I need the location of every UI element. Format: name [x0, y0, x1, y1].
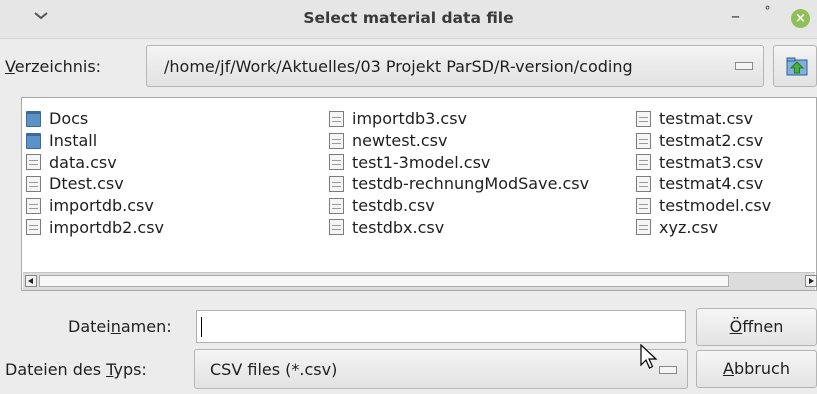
file-icon	[636, 175, 651, 192]
file-icon	[26, 197, 41, 214]
window-title: Select material data file	[303, 9, 514, 27]
text-caret	[201, 317, 202, 337]
file-icon	[26, 154, 41, 171]
file-item[interactable]: testdb.csv	[329, 195, 589, 217]
file-item[interactable]: testmat2.csv	[636, 130, 771, 152]
file-item[interactable]: Dtest.csv	[26, 173, 164, 195]
file-item[interactable]: xyz.csv	[636, 216, 771, 238]
file-item[interactable]: test1-3model.csv	[329, 151, 589, 173]
parent-folder-button[interactable]	[773, 45, 817, 87]
open-button[interactable]: Öffnen	[696, 308, 817, 346]
file-icon	[329, 110, 344, 127]
file-item[interactable]: testmat3.csv	[636, 151, 771, 173]
filetype-selected: CSV files (*.csv)	[210, 360, 338, 379]
directory-label: Verzeichnis:	[5, 57, 102, 76]
file-name: testmodel.csv	[659, 196, 772, 216]
file-list[interactable]: Docs Install data.csv Dtest.csv importdb.csv…	[21, 97, 817, 291]
filetype-label: Dateien des Typs:	[5, 360, 147, 379]
file-item[interactable]: newtest.csv	[329, 130, 589, 152]
file-item[interactable]: testdbx.csv	[329, 216, 589, 238]
file-name: testdb.csv	[352, 196, 435, 216]
file-name: testmat4.csv	[659, 174, 764, 194]
file-icon	[636, 154, 651, 171]
file-icon	[636, 110, 651, 127]
folder-up-icon	[786, 57, 808, 76]
folder-icon	[26, 110, 41, 127]
mouse-pointer-icon	[640, 344, 658, 369]
file-icon	[329, 197, 344, 214]
dropdown-arrow-icon	[659, 366, 677, 374]
file-item[interactable]: data.csv	[26, 151, 164, 173]
title-bar: Select material data file – ˚ ×	[0, 0, 817, 39]
file-icon	[636, 197, 651, 214]
file-name: testmat3.csv	[659, 152, 764, 172]
folder-icon	[26, 132, 41, 149]
file-name: Docs	[49, 109, 89, 129]
cancel-button[interactable]: Abbruch	[696, 350, 817, 388]
scroll-right-icon[interactable]	[805, 275, 817, 287]
maximize-icon[interactable]: ˚	[764, 6, 771, 22]
file-item[interactable]: importdb3.csv	[329, 108, 589, 130]
close-icon[interactable]: ×	[791, 9, 810, 28]
file-item[interactable]: testmat4.csv	[636, 173, 771, 195]
dropdown-arrow-icon	[735, 62, 753, 70]
file-icon	[26, 219, 41, 236]
file-item[interactable]: testmodel.csv	[636, 195, 771, 217]
filename-label: Dateinamen:	[68, 317, 172, 336]
file-name: testmat2.csv	[659, 131, 764, 151]
file-column-2: importdb3.csv newtest.csv test1-3model.csv…	[329, 108, 589, 238]
file-name: xyz.csv	[659, 217, 719, 237]
file-column-3: testmat.csv testmat2.csv testmat3.csv testm…	[636, 108, 771, 238]
file-name: importdb.csv	[49, 196, 154, 216]
file-icon	[636, 132, 651, 149]
file-icon	[329, 219, 344, 236]
file-name: newtest.csv	[352, 131, 448, 151]
scrollbar-thumb[interactable]	[39, 275, 729, 287]
file-item[interactable]: importdb.csv	[26, 195, 164, 217]
file-column-1: Docs Install data.csv Dtest.csv importdb.csv…	[26, 108, 164, 238]
directory-combobox[interactable]: /home/jf/Work/Aktuelles/03 Projekt ParSD…	[146, 45, 764, 87]
file-name: importdb3.csv	[352, 109, 468, 129]
file-name: data.csv	[49, 152, 117, 172]
horizontal-scrollbar[interactable]	[23, 272, 817, 290]
file-icon	[329, 154, 344, 171]
file-name: Dtest.csv	[49, 174, 124, 194]
directory-path: /home/jf/Work/Aktuelles/03 Projekt ParSD…	[164, 57, 633, 76]
folder-item[interactable]: Install	[26, 130, 164, 152]
scroll-left-icon[interactable]	[25, 275, 37, 287]
filetype-combobox[interactable]: CSV files (*.csv)	[194, 349, 688, 389]
file-name: testmat.csv	[659, 109, 754, 129]
file-item[interactable]: importdb2.csv	[26, 216, 164, 238]
file-icon	[26, 175, 41, 192]
file-name: Install	[49, 131, 98, 151]
file-name: testdb-rechnungModSave.csv	[352, 174, 590, 194]
file-item[interactable]: testmat.csv	[636, 108, 771, 130]
filename-input[interactable]	[196, 310, 686, 343]
file-name: importdb2.csv	[49, 217, 165, 237]
file-name: testdbx.csv	[352, 217, 445, 237]
file-icon	[329, 175, 344, 192]
folder-item[interactable]: Docs	[26, 108, 164, 130]
file-icon	[636, 219, 651, 236]
file-icon	[329, 132, 344, 149]
file-name: test1-3model.csv	[352, 152, 491, 172]
file-item[interactable]: testdb-rechnungModSave.csv	[329, 173, 589, 195]
minimize-icon[interactable]: –	[731, 6, 740, 27]
